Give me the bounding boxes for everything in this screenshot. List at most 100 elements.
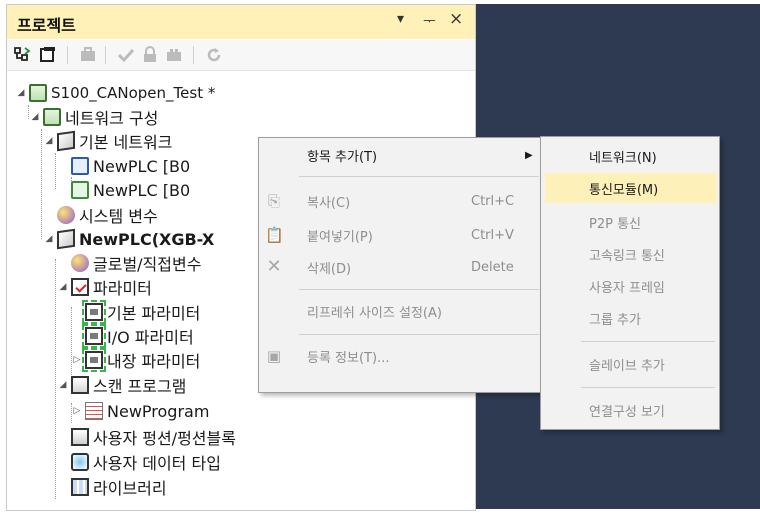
- tree-item-user-function[interactable]: 사용자 펑션/펑션블록: [71, 425, 236, 449]
- menu-item-label: 복사(C): [307, 195, 351, 211]
- tree-item-global-vars[interactable]: 글로벌/직접변수: [71, 251, 201, 275]
- menu-item-label: 붙여넣기(P): [307, 229, 373, 245]
- tools-icon: [165, 46, 183, 64]
- tree-item-system-vars[interactable]: 시스템 변수: [57, 203, 158, 227]
- plc-icon: [71, 157, 89, 175]
- collapse-icon[interactable]: ◢: [15, 88, 27, 98]
- tree-item-library[interactable]: 라이브러리: [71, 475, 167, 499]
- plc-icon: [71, 181, 89, 199]
- menu-item-label: 그룹 추가: [589, 312, 641, 328]
- tree-item-plc-1[interactable]: NewPLC [B0: [71, 154, 190, 178]
- toolbar-separator: [193, 46, 194, 64]
- paste-icon: 📋: [265, 226, 284, 244]
- expand-icon[interactable]: ▷: [71, 355, 83, 365]
- check-icon: [117, 46, 135, 64]
- collapse-icon[interactable]: ◢: [57, 282, 69, 292]
- copy-icon: ⎘: [267, 192, 280, 210]
- tree-item-new-program[interactable]: ▷ NewProgram: [71, 399, 210, 423]
- add-item-submenu: 네트워크(N) 통신모듈(M) P2P 통신 고속링크 통신 사용자 프레임 그…: [540, 136, 720, 430]
- scan-program-icon: [71, 376, 89, 394]
- submenu-item-user-frame[interactable]: 사용자 프레임: [541, 271, 719, 301]
- collapse-icon[interactable]: ◢: [43, 234, 55, 244]
- menu-item-label: 등록 정보(T)...: [307, 350, 390, 366]
- parameter-icon: [71, 278, 89, 296]
- collapse-icon[interactable]: ◢: [29, 112, 41, 122]
- tree-item-user-data-type[interactable]: 사용자 데이터 타입: [71, 450, 221, 474]
- submenu-item-comm-module[interactable]: 통신모듈(M): [545, 173, 717, 203]
- submenu-item-view-connection[interactable]: 연결구성 보기: [541, 395, 719, 425]
- context-menu: 항목 추가(T) ▶ ⎘ 복사(C) Ctrl+C 📋 붙여넣기(P) Ctrl…: [258, 137, 544, 393]
- submenu-item-network[interactable]: 네트워크(N): [541, 141, 719, 171]
- tree-item-label: NewProgram: [107, 401, 210, 421]
- menu-item-label: 통신모듈(M): [589, 182, 659, 198]
- tree-item-label: 라이브러리: [93, 479, 167, 498]
- tree-item-label: 글로벌/직접변수: [93, 255, 202, 274]
- data-type-icon: [71, 453, 89, 471]
- menu-item-shortcut: Ctrl+V: [471, 227, 514, 243]
- collapse-icon[interactable]: ◢: [43, 136, 55, 146]
- lock-icon: [141, 46, 159, 64]
- pin-icon[interactable]: ᅮ: [423, 11, 436, 31]
- document-icon: [82, 348, 106, 372]
- menu-item-label: 사용자 프레임: [589, 280, 665, 296]
- menu-item-label: 리프레쉬 사이즈 설정(A): [307, 305, 442, 321]
- variable-icon: [57, 206, 75, 224]
- menu-item-paste[interactable]: 📋 붙여넣기(P) Ctrl+V: [259, 220, 543, 250]
- tree-item-project-root[interactable]: ◢ S100_CANopen_Test *: [15, 81, 215, 105]
- network-config-icon: [29, 84, 47, 102]
- variable-icon: [71, 254, 89, 272]
- menu-item-label: 연결구성 보기: [589, 404, 665, 420]
- library-icon: [71, 478, 89, 496]
- submenu-item-high-speed-link[interactable]: 고속링크 통신: [541, 239, 719, 269]
- tree-item-basic-param[interactable]: 기본 파라미터: [82, 300, 201, 324]
- tree-item-basic-network[interactable]: ◢ 기본 네트워크: [43, 129, 172, 153]
- tree-item-label: 시스템 변수: [79, 207, 158, 226]
- delete-icon: ✕: [266, 256, 282, 277]
- menu-item-refresh-size[interactable]: 리프레쉬 사이즈 설정(A): [259, 296, 543, 326]
- menu-item-register-info[interactable]: ▣ 등록 정보(T)...: [259, 341, 543, 371]
- program-icon: [85, 402, 103, 420]
- menu-item-label: 슬레이브 추가: [589, 358, 665, 374]
- document-icon: [82, 300, 106, 324]
- collapse-icon[interactable]: ◢: [57, 380, 69, 390]
- project-tree-icon[interactable]: [13, 46, 31, 64]
- tree-item-network-config[interactable]: ◢ 네트워크 구성: [29, 105, 158, 129]
- expand-icon[interactable]: ▷: [71, 406, 83, 416]
- close-icon[interactable]: ×: [449, 9, 463, 29]
- tree-item-builtin-param[interactable]: ▷ 내장 파라미터: [71, 348, 200, 372]
- tree-item-label: 내장 파라미터: [107, 352, 201, 371]
- menu-item-label: 고속링크 통신: [589, 248, 665, 264]
- tree-item-label: 네트워크 구성: [65, 109, 159, 128]
- submenu-arrow-icon: ▶: [525, 149, 533, 161]
- function-block-icon: [71, 428, 89, 446]
- tree-item-label: 사용자 데이터 타입: [93, 454, 221, 473]
- tree-item-scan-program[interactable]: ◢ 스캔 프로그램: [57, 373, 186, 397]
- menu-item-copy[interactable]: ⎘ 복사(C) Ctrl+C: [259, 186, 543, 216]
- properties-icon: ▣: [266, 347, 282, 365]
- tree-item-label: 기본 파라미터: [107, 304, 201, 323]
- menu-item-add[interactable]: 항목 추가(T) ▶: [259, 140, 543, 170]
- tree-item-io-param[interactable]: I/O 파라미터: [82, 324, 194, 348]
- cube-icon: [57, 228, 75, 250]
- menu-item-delete[interactable]: ✕ 삭제(D) Delete: [259, 252, 543, 282]
- panel-title: 프로젝트: [17, 16, 76, 35]
- menu-item-shortcut: Ctrl+C: [471, 193, 515, 209]
- tree-item-label: 기본 네트워크: [79, 133, 173, 152]
- tree-item-label: 파라미터: [93, 279, 152, 298]
- menu-item-shortcut: Delete: [471, 259, 514, 275]
- submenu-item-add-group[interactable]: 그룹 추가: [541, 303, 719, 333]
- panel-title-bar: 프로젝트 ▾ ᅮ ×: [7, 5, 475, 39]
- tree-item-plc-2[interactable]: NewPLC [B0: [71, 178, 190, 202]
- tree-item-label: NewPLC(XGB-X: [79, 229, 215, 249]
- briefcase-icon: [79, 46, 97, 64]
- tree-item-plc-main[interactable]: ◢ NewPLC(XGB-X: [43, 227, 214, 251]
- window-icon[interactable]: [39, 46, 57, 64]
- submenu-item-add-slave[interactable]: 슬레이브 추가: [541, 349, 719, 379]
- menu-item-label: 네트워크(N): [589, 150, 657, 166]
- submenu-item-p2p[interactable]: P2P 통신: [541, 207, 719, 237]
- dropdown-arrow-icon[interactable]: ▾: [397, 11, 404, 27]
- toolbar-separator: [67, 46, 68, 64]
- tree-item-parameter[interactable]: ◢ 파라미터: [57, 275, 152, 299]
- cube-icon: [57, 130, 75, 152]
- panel-toolbar: [7, 40, 475, 71]
